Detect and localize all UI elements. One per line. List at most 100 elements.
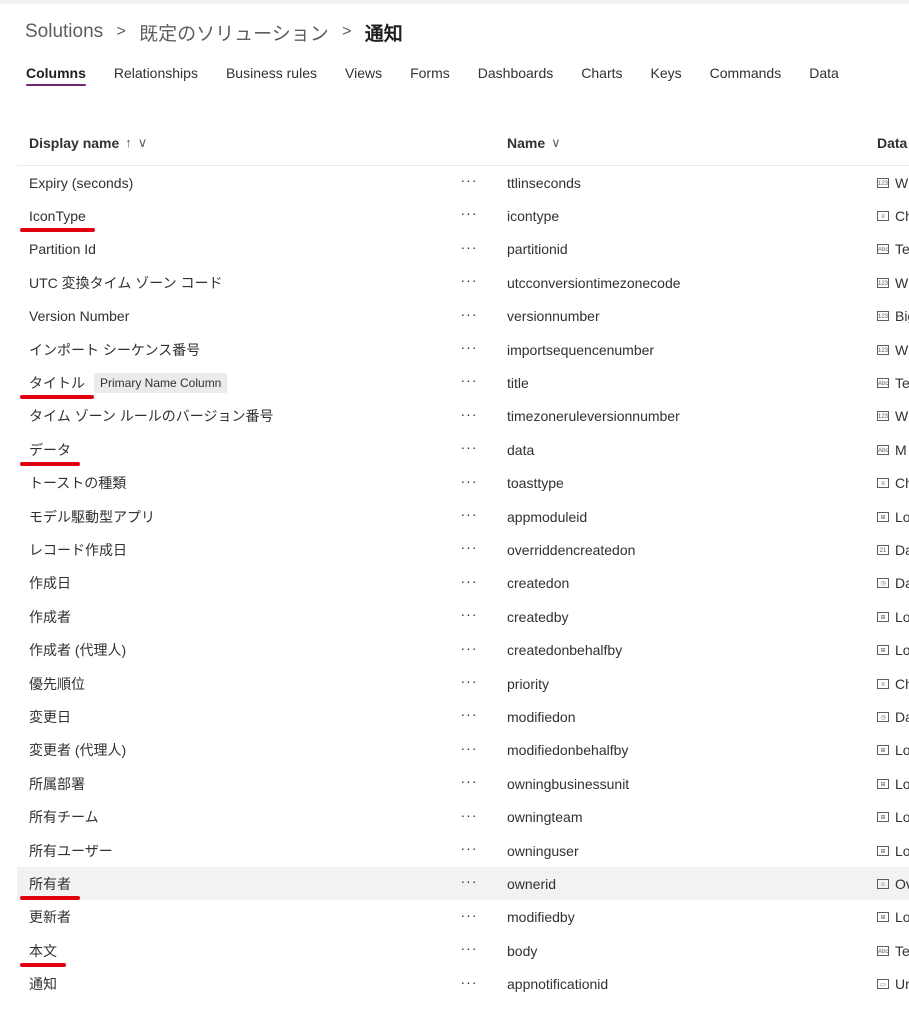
tab-relationships[interactable]: Relationships — [114, 64, 198, 88]
table-row[interactable]: Version Number ··· versionnumber 123 Big — [17, 300, 909, 333]
more-options-icon[interactable]: ··· — [457, 600, 481, 628]
table-row[interactable]: 作成者 (代理人) ··· createdonbehalfby ⊞ Lo — [17, 634, 909, 667]
more-options-icon[interactable]: ··· — [457, 968, 481, 996]
data-type-text: Ch — [895, 207, 909, 224]
data-type-cell: ⊞ Lo — [877, 500, 909, 533]
display-name-text: UTC 変換タイム ゾーン コード — [29, 274, 223, 291]
display-name-cell[interactable]: 所有ユーザー — [29, 834, 113, 867]
more-options-icon[interactable]: ··· — [457, 533, 481, 561]
display-name-cell[interactable]: 変更者 (代理人) — [29, 734, 126, 767]
table-row[interactable]: トーストの種類 ··· toasttype ≡ Ch — [17, 467, 909, 500]
table-row[interactable]: IconType ··· icontype ≡ Ch — [17, 199, 909, 233]
display-name-cell[interactable]: 更新者 — [29, 901, 71, 934]
display-name-cell[interactable]: タイム ゾーン ルールのバージョン番号 — [29, 400, 274, 433]
choice-icon: ≡ — [877, 678, 889, 689]
more-options-icon[interactable]: ··· — [457, 433, 481, 461]
more-options-icon[interactable]: ··· — [457, 233, 481, 261]
display-name-text: データ — [29, 441, 71, 458]
tab-commands[interactable]: Commands — [710, 64, 782, 88]
table-row[interactable]: インポート シーケンス番号 ··· importsequencenumber 123 W — [17, 333, 909, 366]
column-header-display-name-label: Display name — [29, 134, 120, 151]
display-name-cell[interactable]: 変更日 — [29, 700, 71, 733]
display-name-cell[interactable]: 通知 — [29, 968, 57, 1001]
column-header-name[interactable]: Name ∨ — [507, 120, 561, 165]
table-row[interactable]: 更新者 ··· modifiedby ⊞ Lo — [17, 901, 909, 934]
tab-columns[interactable]: Columns — [26, 64, 86, 88]
display-name-cell[interactable]: トーストの種類 — [29, 467, 126, 500]
table-row[interactable]: 通知 ··· appnotificationid ▭ Ur — [17, 968, 909, 1001]
display-name-cell[interactable]: 所属部署 — [29, 767, 85, 800]
more-options-icon[interactable]: ··· — [457, 400, 481, 428]
tab-dashboards[interactable]: Dashboards — [478, 64, 554, 88]
table-row[interactable]: Expiry (seconds) ··· ttlinseconds 123 W — [17, 166, 909, 199]
display-name-cell[interactable]: Partition Id — [29, 233, 96, 266]
table-row[interactable]: 作成日 ··· createdon ◷ Da — [17, 567, 909, 600]
lookup-icon: ⊞ — [877, 812, 889, 823]
table-row[interactable]: 本文 ··· body Abc Te — [17, 934, 909, 968]
tab-forms[interactable]: Forms — [410, 64, 450, 88]
more-options-icon[interactable]: ··· — [457, 567, 481, 595]
table-row[interactable]: UTC 変換タイム ゾーン コード ··· utcconversiontimezon… — [17, 266, 909, 299]
more-options-icon[interactable]: ··· — [457, 901, 481, 929]
data-type-text: Te — [895, 241, 909, 258]
more-options-icon[interactable]: ··· — [457, 300, 481, 328]
table-row[interactable]: モデル駆動型アプリ ··· appmoduleid ⊞ Lo — [17, 500, 909, 533]
display-name-cell[interactable]: 作成者 (代理人) — [29, 634, 126, 667]
more-options-icon[interactable]: ··· — [457, 834, 481, 862]
column-header-data-type[interactable]: Data — [877, 120, 907, 165]
more-options-icon[interactable]: ··· — [457, 500, 481, 528]
more-options-icon[interactable]: ··· — [457, 467, 481, 495]
more-options-icon[interactable]: ··· — [457, 734, 481, 762]
more-options-icon[interactable]: ··· — [457, 333, 481, 361]
logical-name-cell: toasttype — [507, 475, 564, 492]
data-type-text: W — [895, 274, 909, 291]
sort-ascending-icon: ↑ — [125, 135, 132, 150]
tab-data[interactable]: Data — [809, 64, 839, 88]
more-options-icon[interactable]: ··· — [457, 934, 481, 962]
display-name-cell[interactable]: 優先順位 — [29, 667, 85, 700]
column-header-display-name[interactable]: Display name ↑ ∨ — [29, 120, 147, 165]
table-row[interactable]: 優先順位 ··· priority ≡ Ch — [17, 667, 909, 700]
tab-business-rules[interactable]: Business rules — [226, 64, 317, 88]
more-options-icon[interactable]: ··· — [457, 199, 481, 227]
table-row[interactable]: 所属部署 ··· owningbusinessunit ⊞ Lo — [17, 767, 909, 800]
table-row[interactable]: タイム ゾーン ルールのバージョン番号 ··· timezoneruleversio… — [17, 400, 909, 433]
display-name-cell[interactable]: レコード作成日 — [29, 533, 127, 566]
tab-keys[interactable]: Keys — [651, 64, 682, 88]
table-row[interactable]: 所有者 ··· ownerid ☺ Ov — [17, 867, 909, 901]
display-name-cell[interactable]: UTC 変換タイム ゾーン コード — [29, 266, 222, 299]
more-options-icon[interactable]: ··· — [457, 166, 481, 194]
table-row[interactable]: 所有ユーザー ··· owninguser ⊞ Lo — [17, 834, 909, 867]
table-row[interactable]: 作成者 ··· createdby ⊞ Lo — [17, 600, 909, 633]
data-type-text: Ov — [895, 875, 909, 892]
data-type-cell: 123 W — [877, 166, 909, 199]
more-options-icon[interactable]: ··· — [457, 366, 481, 394]
display-name-cell[interactable]: 所有チーム — [29, 801, 99, 834]
table-row[interactable]: Partition Id ··· partitionid Abc Te — [17, 233, 909, 266]
data-type-text: Da — [895, 708, 909, 725]
display-name-cell[interactable]: モデル駆動型アプリ — [29, 500, 155, 533]
column-header-data-type-label: Data — [877, 134, 908, 151]
more-options-icon[interactable]: ··· — [457, 667, 481, 695]
table-row[interactable]: タイトル Primary Name Column ··· title Abc Te — [17, 366, 909, 400]
display-name-cell[interactable]: インポート シーケンス番号 — [29, 333, 200, 366]
table-row[interactable]: 所有チーム ··· owningteam ⊞ Lo — [17, 801, 909, 834]
display-name-cell[interactable]: Version Number — [29, 300, 129, 333]
more-options-icon[interactable]: ··· — [457, 801, 481, 829]
table-row[interactable]: 変更者 (代理人) ··· modifiedonbehalfby ⊞ Lo — [17, 734, 909, 767]
table-row[interactable]: 変更日 ··· modifiedon ◷ Da — [17, 700, 909, 733]
more-options-icon[interactable]: ··· — [457, 634, 481, 662]
more-options-icon[interactable]: ··· — [457, 266, 481, 294]
display-name-cell[interactable]: 作成日 — [29, 567, 71, 600]
tab-charts[interactable]: Charts — [581, 64, 622, 88]
display-name-cell[interactable]: Expiry (seconds) — [29, 166, 133, 199]
more-options-icon[interactable]: ··· — [457, 867, 481, 895]
more-options-icon[interactable]: ··· — [457, 700, 481, 728]
breadcrumb-default-solution[interactable]: 既定のソリューション — [139, 19, 329, 46]
table-row[interactable]: レコード作成日 ··· overriddencreatedon 21 Da — [17, 533, 909, 566]
more-options-icon[interactable]: ··· — [457, 767, 481, 795]
tab-views[interactable]: Views — [345, 64, 382, 88]
table-row[interactable]: データ ··· data Abc M — [17, 433, 909, 467]
breadcrumb-solutions[interactable]: Solutions — [25, 21, 103, 43]
display-name-cell[interactable]: 作成者 — [29, 600, 71, 633]
